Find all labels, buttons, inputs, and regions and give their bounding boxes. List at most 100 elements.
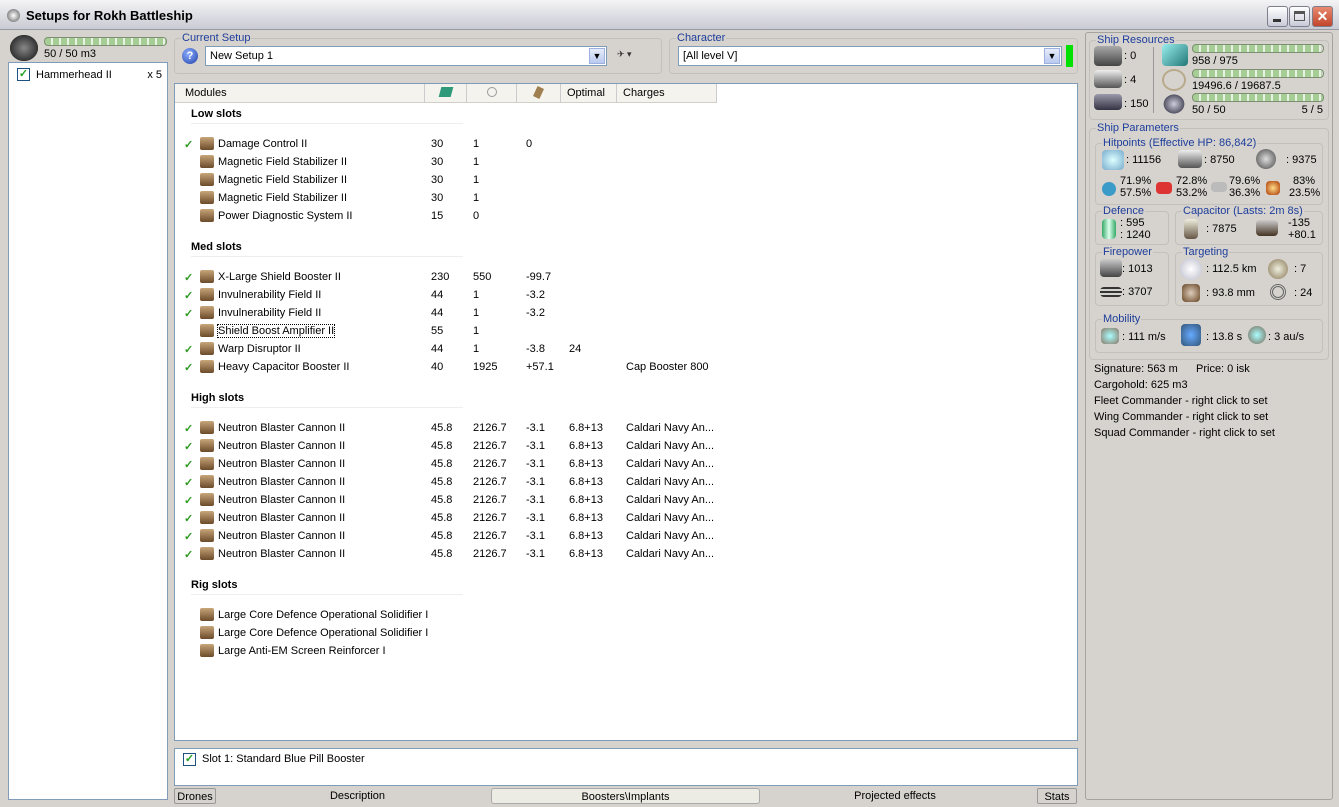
module-powergrid: 1 [473, 192, 480, 204]
module-icon [200, 155, 214, 168]
active-check-icon[interactable]: ✓ [184, 476, 193, 489]
drone-bandwidth-bar [1192, 93, 1324, 102]
module-row[interactable]: ✓ Invulnerability Field II 44 1 -3.2 [175, 304, 775, 322]
module-capacitor: -3.1 [526, 440, 545, 452]
active-check-icon[interactable]: ✓ [184, 458, 193, 471]
active-check-icon[interactable]: ✓ [184, 343, 193, 356]
module-row[interactable]: ✓ Damage Control II 30 1 0 [175, 135, 775, 153]
drone-qty: x 5 [147, 69, 162, 81]
module-icon [200, 608, 214, 621]
module-optimal: 6.8+13 [569, 440, 603, 452]
module-row[interactable]: Power Diagnostic System II 15 0 [175, 207, 775, 225]
drone-item[interactable]: ✓ Hammerhead II x 5 [17, 67, 162, 83]
module-powergrid: 1 [473, 174, 480, 186]
module-icon [200, 173, 214, 186]
targeting-range: : 112.5 km [1206, 263, 1257, 275]
module-charges: Caldari Navy An... [626, 440, 715, 452]
active-check-icon[interactable]: ✓ [184, 271, 193, 284]
close-button[interactable]: ✕ [1312, 6, 1333, 27]
module-row[interactable]: ✓ X-Large Shield Booster II 230 550 -99.7 [175, 268, 775, 286]
module-row[interactable]: ✓ Neutron Blaster Cannon II 45.8 2126.7 -3.1… [175, 455, 775, 473]
module-cpu: 30 [431, 192, 444, 204]
firepower-label: Firepower [1102, 246, 1153, 258]
dps: : 1013 [1122, 263, 1153, 275]
tab-drones[interactable]: Drones [174, 788, 216, 804]
module-row[interactable]: ✓ Warp Disruptor II 44 1 -3.8 24 [175, 340, 775, 358]
ship-resources-group: Ship Resources : 0 : 4 : 150 958 / 975 1… [1089, 34, 1329, 120]
chevron-down-icon[interactable]: ▼ [589, 48, 605, 64]
module-row[interactable]: ✓ Neutron Blaster Cannon II 45.8 2126.7 -3.1… [175, 473, 775, 491]
minimize-button[interactable] [1267, 6, 1288, 27]
booster-checkbox[interactable]: ✓ [183, 753, 196, 766]
module-powergrid: 0 [473, 210, 480, 222]
module-icon [200, 288, 214, 301]
chevron-down-icon[interactable]: ▼ [1044, 48, 1060, 64]
module-row[interactable]: Large Anti-EM Screen Reinforcer I [175, 642, 775, 660]
column-cpu[interactable] [425, 84, 467, 102]
booster-item[interactable]: Slot 1: Standard Blue Pill Booster [202, 753, 365, 765]
active-check-icon[interactable]: ✓ [184, 138, 193, 151]
dps-icon [1100, 259, 1122, 277]
tab-boosters-implants[interactable]: Boosters\Implants [491, 788, 760, 804]
column-optimal[interactable]: Optimal [561, 84, 617, 102]
drone-checkbox[interactable]: ✓ [17, 68, 30, 81]
module-row[interactable]: ✓ Neutron Blaster Cannon II 45.8 2126.7 -3.1… [175, 509, 775, 527]
capacitor-capacity: : 7875 [1206, 223, 1237, 235]
module-name: Large Core Defence Operational Solidifie… [218, 609, 429, 621]
active-check-icon[interactable]: ✓ [184, 289, 193, 302]
module-row[interactable]: Large Core Defence Operational Solidifie… [175, 606, 775, 624]
module-icon [200, 360, 214, 373]
module-powergrid: 2126.7 [473, 512, 507, 524]
character-select[interactable]: [All level V] ▼ [678, 46, 1062, 66]
module-row[interactable]: Magnetic Field Stabilizer II 30 1 [175, 171, 775, 189]
module-row[interactable]: ✓ Neutron Blaster Cannon II 45.8 2126.7 -3.1… [175, 491, 775, 509]
module-cpu: 45.8 [431, 440, 453, 452]
module-row[interactable]: Magnetic Field Stabilizer II 30 1 [175, 189, 775, 207]
module-row[interactable]: Large Core Defence Operational Solidifie… [175, 624, 775, 642]
module-row[interactable]: ✓ Neutron Blaster Cannon II 45.8 2126.7 -3.1… [175, 527, 775, 545]
module-name: Magnetic Field Stabilizer II [218, 174, 347, 186]
setup-menu-button[interactable]: ✈ ▾ [617, 49, 649, 63]
module-row[interactable]: ✓ Neutron Blaster Cannon II 45.8 2126.7 -3.1… [175, 437, 775, 455]
maximize-button[interactable] [1289, 6, 1310, 27]
em-resist-icon [1102, 182, 1116, 196]
module-icon [200, 137, 214, 150]
module-optimal: 6.8+13 [569, 494, 603, 506]
active-check-icon[interactable]: ✓ [184, 422, 193, 435]
column-modules[interactable]: Modules [179, 84, 425, 102]
tab-stats[interactable]: Stats [1037, 788, 1077, 804]
module-row[interactable]: Magnetic Field Stabilizer II 30 1 [175, 153, 775, 171]
module-row[interactable]: ✓ Neutron Blaster Cannon II 45.8 2126.7 -3.1… [175, 545, 775, 563]
current-setup-label: Current Setup [181, 32, 252, 44]
fleet-commander[interactable]: Fleet Commander - right click to set [1094, 395, 1268, 407]
tab-description[interactable]: Description [290, 788, 425, 804]
module-row[interactable]: ✓ Neutron Blaster Cannon II 45.8 2126.7 -3.1… [175, 419, 775, 437]
column-capacitor[interactable] [517, 84, 561, 102]
squad-commander[interactable]: Squad Commander - right click to set [1094, 427, 1275, 439]
ship-parameters-label: Ship Parameters [1096, 122, 1180, 134]
module-powergrid: 1 [473, 138, 480, 150]
mobility-label: Mobility [1102, 313, 1142, 325]
help-icon[interactable]: ? [182, 48, 198, 64]
module-charges: Caldari Navy An... [626, 494, 715, 506]
shield-boost-icon [1102, 219, 1116, 239]
sensor-strength-icon [1182, 284, 1200, 302]
character-status-indicator [1066, 45, 1073, 67]
active-check-icon[interactable]: ✓ [184, 494, 193, 507]
module-row[interactable]: ✓ Heavy Capacitor Booster II 40 1925 +57.1 Ca… [175, 358, 775, 376]
wing-commander[interactable]: Wing Commander - right click to set [1094, 411, 1268, 423]
setup-select[interactable]: New Setup 1 ▼ [205, 46, 607, 66]
module-row[interactable]: Shield Boost Amplifier II 55 1 [175, 322, 775, 340]
column-charges[interactable]: Charges [617, 84, 717, 102]
active-check-icon[interactable]: ✓ [184, 512, 193, 525]
active-check-icon[interactable]: ✓ [184, 548, 193, 561]
active-check-icon[interactable]: ✓ [184, 440, 193, 453]
active-check-icon[interactable]: ✓ [184, 530, 193, 543]
active-check-icon[interactable]: ✓ [184, 361, 193, 374]
tab-projected-effects[interactable]: Projected effects [830, 788, 960, 804]
column-powergrid[interactable] [467, 84, 517, 102]
active-check-icon[interactable]: ✓ [184, 307, 193, 320]
module-capacitor: -3.1 [526, 512, 545, 524]
module-row[interactable]: ✓ Invulnerability Field II 44 1 -3.2 [175, 286, 775, 304]
module-optimal: 6.8+13 [569, 530, 603, 542]
